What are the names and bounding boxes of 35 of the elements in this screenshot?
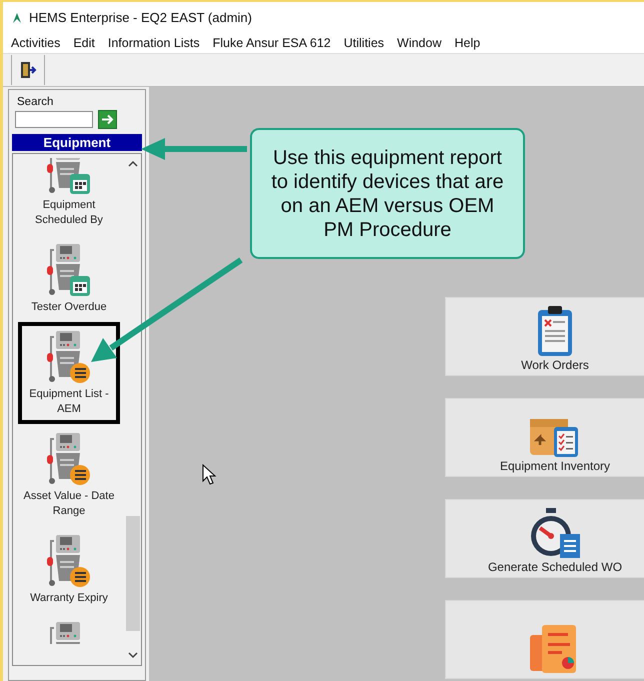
search-label: Search xyxy=(16,96,54,108)
device-list-icon xyxy=(46,329,92,385)
clipboard-icon xyxy=(535,304,575,358)
search-field[interactable] xyxy=(15,111,93,128)
menu-item[interactable]: Window xyxy=(397,36,442,50)
stopwatch-icon xyxy=(528,506,582,560)
window-title: HEMS Enterprise - EQ2 EAST (admin) xyxy=(29,10,252,24)
scroll-down-icon[interactable] xyxy=(128,651,138,659)
report-list-item[interactable]: Tester Overdue xyxy=(18,235,120,322)
mouse-cursor-icon xyxy=(202,464,216,485)
menu-item[interactable]: Fluke Ansur ESA 612 xyxy=(212,36,331,50)
device-list-icon xyxy=(46,431,92,487)
module-tile[interactable]: Equipment Inventory xyxy=(445,398,644,477)
search-go-button[interactable] xyxy=(98,110,117,129)
report-list-item[interactable]: Asset Value - Date Range xyxy=(18,424,120,526)
menu-item[interactable]: Help xyxy=(454,36,480,50)
menu-item[interactable]: Utilities xyxy=(344,36,384,50)
scrollbar-thumb[interactable] xyxy=(126,516,140,631)
scroll-up-icon[interactable] xyxy=(128,160,138,168)
module-tile[interactable] xyxy=(445,600,644,679)
arrow-right-icon xyxy=(101,114,114,125)
report-list-item[interactable]: Equipment List - AEM xyxy=(18,322,120,424)
report-list-item[interactable]: Warranty Expiry xyxy=(18,526,120,613)
menu-item[interactable]: Edit xyxy=(73,36,95,50)
menu-item[interactable]: Information Lists xyxy=(108,36,200,50)
device-list-icon xyxy=(46,533,92,589)
module-tile[interactable]: Generate Scheduled WO xyxy=(445,499,644,578)
equipment-section-header[interactable]: Equipment xyxy=(12,134,142,151)
exit-button[interactable] xyxy=(11,55,45,85)
module-tile[interactable]: Work Orders xyxy=(445,297,644,376)
report-list-item[interactable]: Equipment Scheduled By xyxy=(18,154,120,235)
callout-text: Use this equipment report to identify devices that are on an AEM versus OEM PM Procedure xyxy=(270,146,505,242)
device-calendar-icon xyxy=(46,242,92,298)
door-exit-icon xyxy=(19,61,37,79)
menu-item[interactable]: Activities xyxy=(11,36,60,50)
